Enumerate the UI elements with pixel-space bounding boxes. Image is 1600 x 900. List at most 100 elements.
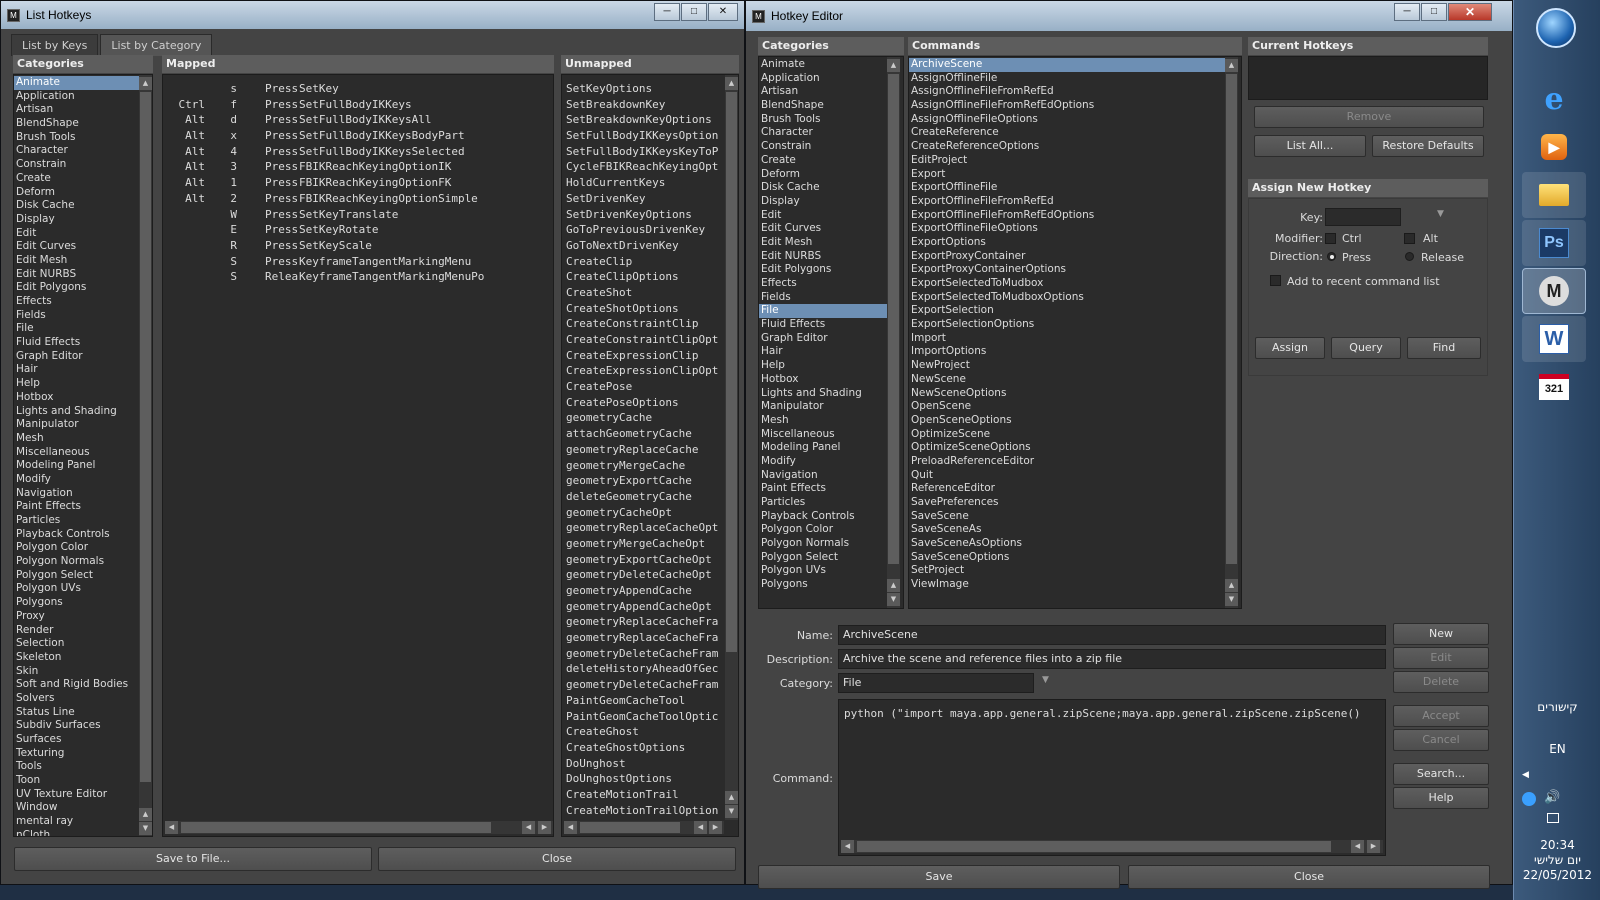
help-button[interactable]: Help [1393, 787, 1489, 809]
start-orb-icon[interactable] [1536, 8, 1576, 48]
unmapped-command-row[interactable]: geometryDeleteCacheFram [566, 677, 724, 693]
category-list-item[interactable]: Hair [759, 345, 887, 359]
action-center-icon[interactable] [1547, 813, 1559, 823]
command-list-item[interactable]: ExportOptions [909, 236, 1225, 250]
scroll-right-icon[interactable]: ▶ [1367, 840, 1380, 853]
category-list-item[interactable]: Hair [14, 363, 139, 377]
category-list-item[interactable]: Edit Mesh [14, 254, 139, 268]
new-button[interactable]: New [1393, 623, 1489, 645]
chevron-down-icon[interactable]: ▼ [1042, 675, 1049, 685]
command-list-item[interactable]: ViewImage [909, 578, 1225, 592]
close-icon[interactable]: ✕ [1448, 3, 1492, 21]
command-list-item[interactable]: ExportSelectedToMudbox [909, 277, 1225, 291]
command-list-item[interactable]: AssignOfflineFileFromRefEdOptions [909, 99, 1225, 113]
unmapped-command-row[interactable]: geometryAppendCacheOpt [566, 599, 724, 615]
unmapped-command-row[interactable]: geometryDeleteCacheFram [566, 646, 724, 662]
unmapped-command-row[interactable]: CreateShotOptions [566, 301, 724, 317]
category-list-item[interactable]: Polygons [759, 578, 887, 592]
category-list-item[interactable]: Character [759, 126, 887, 140]
category-list-item[interactable]: Mesh [14, 432, 139, 446]
category-list-item[interactable]: Effects [14, 295, 139, 309]
category-list-item[interactable]: BlendShape [14, 117, 139, 131]
unmapped-command-row[interactable]: geometryReplaceCacheOpt [566, 520, 724, 536]
category-list-item[interactable]: BlendShape [759, 99, 887, 113]
category-list-item[interactable]: Application [759, 72, 887, 86]
unmapped-command-row[interactable]: SetKeyOptions [566, 81, 724, 97]
command-list-item[interactable]: ExportSelectedToMudboxOptions [909, 291, 1225, 305]
category-list-item[interactable]: Texturing [14, 747, 139, 761]
list-hotkeys-titlebar[interactable]: M List Hotkeys ─ □ ✕ [1, 1, 744, 29]
command-list-item[interactable]: OpenScene [909, 400, 1225, 414]
scroll-up-icon[interactable]: ▲ [1225, 59, 1238, 72]
scroll-left-icon[interactable]: ◀ [1351, 840, 1364, 853]
mapped-hotkey-row[interactable]: S ReleaseKeyframeTangentMarkingMenuPo [167, 269, 552, 285]
mapped-hotkey-row[interactable]: E Press SetKeyRotate [167, 222, 552, 238]
close-icon[interactable]: ✕ [708, 3, 738, 21]
command-list-item[interactable]: ExportOfflineFileFromRefEd [909, 195, 1225, 209]
mapped-hotkey-row[interactable]: Alt x Press SetFullBodyIKKeysBodyPart [167, 128, 552, 144]
command-list-item[interactable]: NewScene [909, 373, 1225, 387]
category-list-item[interactable]: Soft and Rigid Bodies [14, 678, 139, 692]
scroll-thumb[interactable] [140, 92, 151, 782]
command-hscrollbar[interactable]: ◀ ◀ ▶ [841, 840, 1383, 853]
scroll-down-icon[interactable]: ▼ [139, 822, 152, 835]
unmapped-command-row[interactable]: geometryAppendCache [566, 583, 724, 599]
description-input[interactable]: Archive the scene and reference files in… [838, 649, 1386, 669]
category-list-item[interactable]: Lights and Shading [14, 405, 139, 419]
categories-list[interactable]: Animate Application Artisan BlendShape Brush… [14, 76, 139, 836]
category-list-item[interactable]: Constrain [14, 158, 139, 172]
command-list-item[interactable]: Export [909, 168, 1225, 182]
alt-checkbox[interactable] [1404, 233, 1415, 244]
unmapped-command-row[interactable]: geometryExportCacheOpt [566, 552, 724, 568]
name-input[interactable]: ArchiveScene [838, 625, 1386, 645]
category-list-item[interactable]: Edit [759, 209, 887, 223]
scroll-right-icon[interactable]: ▶ [709, 821, 722, 834]
category-list-item[interactable]: Brush Tools [14, 131, 139, 145]
unmapped-command-row[interactable]: DoUnghost [566, 756, 724, 772]
scroll-thumb[interactable] [888, 74, 899, 564]
language-indicator[interactable]: EN [1514, 742, 1600, 756]
category-list-item[interactable]: Tools [14, 760, 139, 774]
category-list-item[interactable]: Graph Editor [759, 332, 887, 346]
unmapped-command-row[interactable]: geometryCache [566, 410, 724, 426]
unmapped-command-row[interactable]: CreateGhostOptions [566, 740, 724, 756]
save-to-file-button[interactable]: Save to File... [14, 847, 372, 871]
photoshop-icon[interactable]: Ps [1522, 220, 1586, 266]
scroll-up-icon[interactable]: ▲ [887, 59, 900, 72]
unmapped-command-row[interactable]: CreateExpressionClipOpt [566, 363, 724, 379]
remove-button[interactable]: Remove [1254, 106, 1484, 128]
restore-defaults-button[interactable]: Restore Defaults [1372, 135, 1484, 157]
current-hotkeys-list[interactable] [1248, 56, 1488, 100]
category-list-item[interactable]: Polygon Normals [759, 537, 887, 551]
unmapped-command-row[interactable]: PaintGeomCacheTool [566, 693, 724, 709]
category-list-item[interactable]: Lights and Shading [759, 387, 887, 401]
scroll-thumb[interactable] [1226, 74, 1237, 564]
unmapped-command-row[interactable]: CreateExpressionClip [566, 348, 724, 364]
chevron-left-icon[interactable]: ◀ [1522, 770, 1529, 780]
category-list-item[interactable]: Edit NURBS [759, 250, 887, 264]
category-list-item[interactable]: Proxy [14, 610, 139, 624]
category-list-item[interactable]: Edit Polygons [759, 263, 887, 277]
unmapped-command-row[interactable]: SetDrivenKeyOptions [566, 207, 724, 223]
speaker-icon[interactable]: 🔊 [1544, 790, 1560, 805]
mapped-hotkey-row[interactable]: Alt 3 Press FBIKReachKeyingOptionIK [167, 159, 552, 175]
unmapped-hscrollbar[interactable]: ◀ ◀ ▶ [564, 821, 724, 834]
category-list-item[interactable]: Edit NURBS [14, 268, 139, 282]
category-list-item[interactable]: Particles [14, 514, 139, 528]
network-icon[interactable] [1522, 792, 1536, 806]
category-list-item[interactable]: Polygon Select [14, 569, 139, 583]
category-list-item[interactable]: Solvers [14, 692, 139, 706]
command-textarea[interactable]: python ("import maya.app.general.zipScen… [838, 699, 1386, 856]
scroll-up-icon[interactable]: ▲ [725, 77, 738, 90]
unmapped-command-row[interactable]: CreateGhost [566, 724, 724, 740]
command-list-item[interactable]: ExportProxyContainerOptions [909, 263, 1225, 277]
category-list-item[interactable]: Edit Mesh [759, 236, 887, 250]
unmapped-command-row[interactable]: SetFullBodyIKKeysKeyToP [566, 144, 724, 160]
command-list-item[interactable]: CreateReference [909, 126, 1225, 140]
unmapped-command-row[interactable]: CreatePose [566, 379, 724, 395]
category-list-item[interactable]: Modify [759, 455, 887, 469]
commands-scrollbar[interactable]: ▲ ▲ ▼ [1225, 57, 1238, 608]
mapped-hotkey-row[interactable]: S Press KeyframeTangentMarkingMenu [167, 254, 552, 270]
unmapped-command-row[interactable]: CreateShot [566, 285, 724, 301]
close-button[interactable]: Close [1128, 865, 1490, 889]
